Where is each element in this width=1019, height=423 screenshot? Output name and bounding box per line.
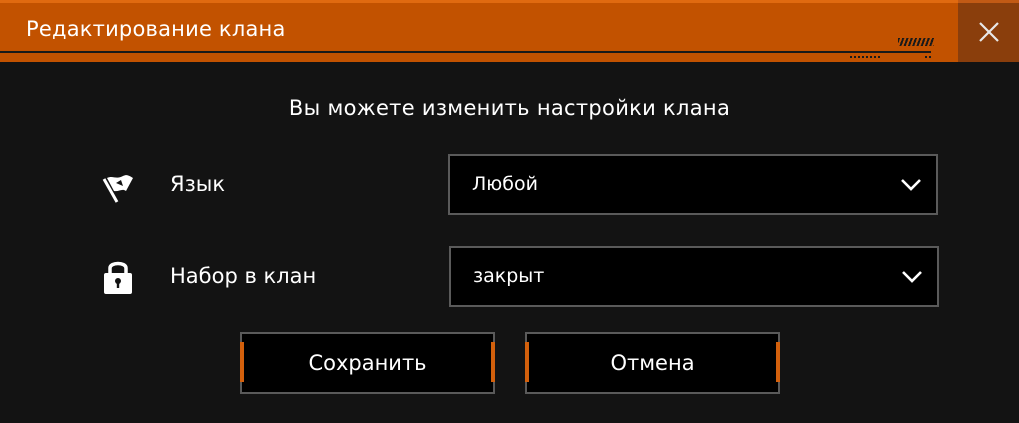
dialog-title: Редактирование клана xyxy=(26,17,286,41)
title-decoration-dots-small xyxy=(925,56,931,58)
recruitment-select[interactable]: закрыт xyxy=(449,246,939,307)
cancel-button-label: Отмена xyxy=(610,351,695,375)
language-label: Язык xyxy=(170,172,226,196)
save-button-label: Сохранить xyxy=(308,351,427,375)
edit-clan-dialog: Редактирование клана Вы можете изменить … xyxy=(0,0,1019,423)
title-underline xyxy=(0,51,931,53)
recruitment-select-value: закрыт xyxy=(473,265,545,287)
flag-icon xyxy=(102,175,133,203)
close-top-line xyxy=(958,0,1019,3)
title-decoration-stripes xyxy=(898,38,934,46)
title-bar: Редактирование клана xyxy=(0,0,1019,62)
cancel-button[interactable]: Отмена xyxy=(525,332,780,394)
dialog-subtitle: Вы можете изменить настройки клана xyxy=(288,96,731,120)
chevron-down-icon xyxy=(902,271,922,283)
close-icon xyxy=(979,22,999,42)
chevron-down-icon xyxy=(901,179,921,191)
lock-icon xyxy=(104,261,132,294)
language-select[interactable]: Любой xyxy=(448,154,938,215)
title-decoration-dots xyxy=(850,56,882,58)
save-button[interactable]: Сохранить xyxy=(240,332,495,394)
title-top-line xyxy=(0,0,1019,3)
recruitment-label: Набор в клан xyxy=(170,264,317,288)
language-select-value: Любой xyxy=(472,173,538,195)
close-button[interactable] xyxy=(958,0,1019,62)
